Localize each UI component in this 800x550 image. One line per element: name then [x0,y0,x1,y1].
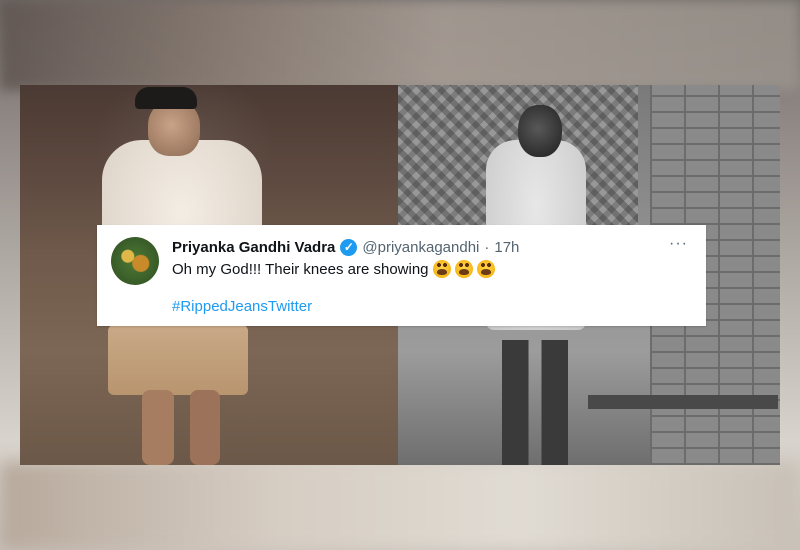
blurred-background-top [0,0,800,90]
profile-avatar[interactable] [111,237,159,285]
man-legs [502,340,568,465]
tweet-timestamp[interactable]: 17h [494,239,519,256]
more-options-icon[interactable]: ··· [669,235,688,253]
table [588,395,778,409]
leg [142,390,174,465]
face-screaming-in-fear-icon [476,260,495,278]
separator-dot: · [484,238,490,256]
tweet-card[interactable]: Priyanka Gandhi Vadra ✓ @priyankagandhi … [97,225,706,326]
black-cap [135,87,197,109]
tweet-text: Oh my God!!! Their knees are showing [172,260,495,278]
blurred-background-bottom [0,462,800,550]
user-handle[interactable]: @priyankagandhi [362,239,479,256]
tweet-header: Priyanka Gandhi Vadra ✓ @priyankagandhi … [172,236,519,258]
display-name[interactable]: Priyanka Gandhi Vadra [172,239,335,256]
man-head [518,105,562,157]
leg [190,390,220,465]
face-screaming-in-fear-icon [454,260,473,278]
tweet-body: Oh my God!!! Their knees are showing [172,260,429,278]
verified-badge-icon: ✓ [340,238,358,256]
khaki-shorts [108,325,248,395]
face-screaming-in-fear-icon [432,260,451,278]
hashtag-link[interactable]: #RippedJeansTwitter [172,298,312,315]
